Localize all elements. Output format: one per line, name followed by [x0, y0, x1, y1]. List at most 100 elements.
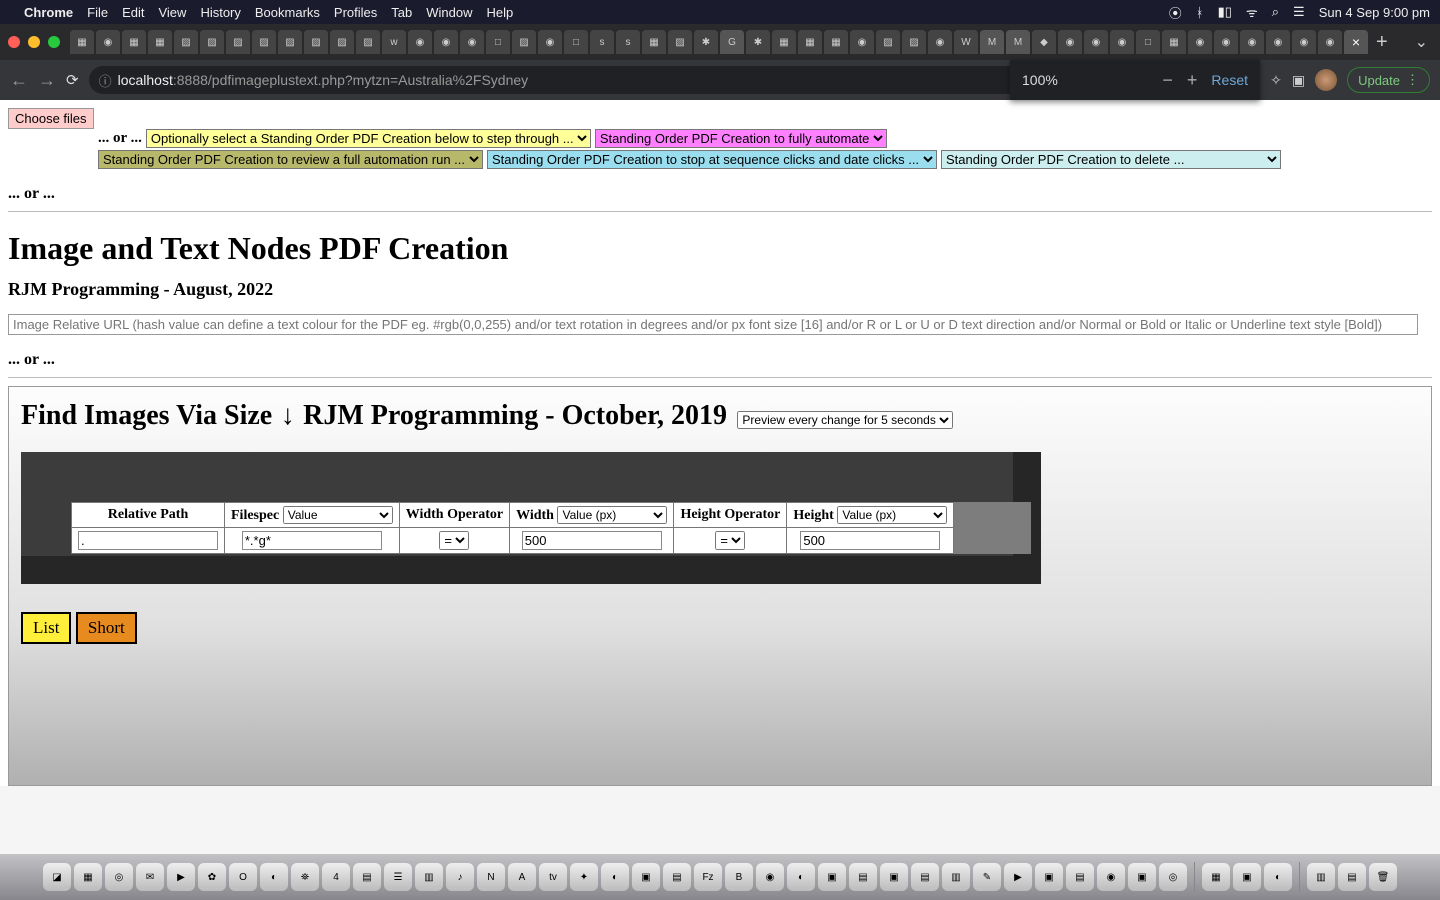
update-button[interactable]: Update⋮: [1347, 67, 1430, 93]
dock-app[interactable]: B: [725, 863, 753, 891]
menu-edit[interactable]: Edit: [122, 5, 144, 20]
dock-reminders[interactable]: ☰: [384, 863, 412, 891]
search-icon[interactable]: ⌕: [1272, 4, 1279, 20]
menu-file[interactable]: File: [87, 5, 108, 20]
pinned-tab[interactable]: ◉: [460, 30, 484, 54]
dock-maps[interactable]: ⛯: [291, 863, 319, 891]
pinned-tab[interactable]: ▦: [798, 30, 822, 54]
filespec-header-select[interactable]: Value: [283, 506, 393, 524]
dock-notes[interactable]: ▥: [415, 863, 443, 891]
dock-app[interactable]: ▤: [1338, 863, 1366, 891]
tab-overflow-icon[interactable]: ⌄: [1415, 32, 1428, 52]
pinned-tab[interactable]: ▨: [512, 30, 536, 54]
site-info-icon[interactable]: ⓘ: [99, 71, 112, 90]
dock-app[interactable]: ◐: [1264, 863, 1292, 891]
battery-icon[interactable]: ▮▯: [1218, 4, 1232, 20]
pinned-tab[interactable]: ◉: [1058, 30, 1082, 54]
dock-mail[interactable]: ✉: [136, 863, 164, 891]
pinned-tab[interactable]: ◉: [96, 30, 120, 54]
dock-launchpad[interactable]: ▦: [74, 863, 102, 891]
pinned-tab[interactable]: ▨: [252, 30, 276, 54]
pinned-tab[interactable]: ◉: [1292, 30, 1316, 54]
pinned-tab[interactable]: ◉: [1084, 30, 1108, 54]
pinned-tab[interactable]: ◉: [1266, 30, 1290, 54]
zoom-reset[interactable]: Reset: [1211, 72, 1248, 88]
dock-app[interactable]: ▣: [1128, 863, 1156, 891]
screenrec-icon[interactable]: ⦿: [1169, 3, 1182, 22]
short-button[interactable]: Short: [76, 612, 137, 644]
pinned-tab[interactable]: ▨: [668, 30, 692, 54]
dock-finder[interactable]: ◪: [43, 863, 71, 891]
pinned-tab[interactable]: ◉: [850, 30, 874, 54]
pinned-tab[interactable]: ▦: [148, 30, 172, 54]
pinned-tab[interactable]: ◉: [1110, 30, 1134, 54]
dock-app[interactable]: ✎: [973, 863, 1001, 891]
pinned-tab[interactable]: s: [616, 30, 640, 54]
tab-close[interactable]: ×: [1344, 30, 1368, 54]
window-minimize[interactable]: [28, 36, 40, 48]
pinned-tab[interactable]: ◉: [538, 30, 562, 54]
dock-facetime[interactable]: ▶: [167, 863, 195, 891]
dock-app[interactable]: ▣: [1233, 863, 1261, 891]
dock-app[interactable]: ▣: [1035, 863, 1063, 891]
pinned-tab[interactable]: M: [1006, 30, 1030, 54]
menu-tab[interactable]: Tab: [391, 5, 412, 20]
new-tab-button[interactable]: +: [1376, 31, 1388, 54]
dock-podcasts[interactable]: ◉: [756, 863, 784, 891]
image-url-input[interactable]: [8, 314, 1418, 335]
pinned-tab[interactable]: □: [564, 30, 588, 54]
select-delete[interactable]: Standing Order PDF Creation to delete ..…: [941, 150, 1281, 169]
relative-path-input[interactable]: [78, 531, 218, 550]
dock-app[interactable]: ▣: [632, 863, 660, 891]
filespec-input[interactable]: [242, 531, 382, 550]
dock-trash[interactable]: 🗑: [1369, 863, 1397, 891]
pinned-tab[interactable]: ▦: [824, 30, 848, 54]
menu-history[interactable]: History: [200, 5, 240, 20]
select-fully-automate[interactable]: Standing Order PDF Creation to fully aut…: [595, 129, 887, 148]
width-input[interactable]: [522, 531, 662, 550]
extensions-icon[interactable]: ✧: [1270, 72, 1282, 89]
height-input[interactable]: [800, 531, 940, 550]
pinned-tab[interactable]: ▦: [772, 30, 796, 54]
app-menu-chrome[interactable]: Chrome: [24, 5, 73, 20]
dock-app[interactable]: ▤: [849, 863, 877, 891]
pinned-tab[interactable]: ◉: [1240, 30, 1264, 54]
pinned-tab[interactable]: ▨: [226, 30, 250, 54]
profile-avatar[interactable]: [1315, 69, 1337, 91]
dock-zoom[interactable]: ▶: [1004, 863, 1032, 891]
dock-safari[interactable]: ◎: [105, 863, 133, 891]
select-optional-standing-order[interactable]: Optionally select a Standing Order PDF C…: [146, 129, 591, 148]
list-button[interactable]: List: [21, 612, 71, 644]
pinned-tab[interactable]: ▨: [902, 30, 926, 54]
pinned-tab[interactable]: ◉: [1214, 30, 1238, 54]
height-operator-select[interactable]: =: [715, 531, 745, 550]
width-header-select[interactable]: Value (px): [557, 506, 667, 524]
pinned-tab[interactable]: ◉: [928, 30, 952, 54]
pinned-tab[interactable]: ✱: [694, 30, 718, 54]
menu-window[interactable]: Window: [426, 5, 472, 20]
dock-app[interactable]: ▣: [880, 863, 908, 891]
dock-app[interactable]: ◉: [1097, 863, 1125, 891]
dock-app[interactable]: ▥: [1307, 863, 1335, 891]
dock-app[interactable]: ▤: [1066, 863, 1094, 891]
dock-app[interactable]: ▤: [663, 863, 691, 891]
pinned-tab[interactable]: ▨: [304, 30, 328, 54]
dock-app[interactable]: ▤: [911, 863, 939, 891]
height-header-select[interactable]: Value (px): [837, 506, 947, 524]
window-fullscreen[interactable]: [48, 36, 60, 48]
wifi-icon[interactable]: ᯤ: [1246, 3, 1258, 21]
pinned-tab[interactable]: ◆: [1032, 30, 1056, 54]
window-close[interactable]: [8, 36, 20, 48]
select-stop-sequence[interactable]: Standing Order PDF Creation to stop at s…: [487, 150, 937, 169]
pinned-tab[interactable]: ◉: [1318, 30, 1342, 54]
pinned-tab[interactable]: ◉: [434, 30, 458, 54]
pinned-tab[interactable]: ▨: [278, 30, 302, 54]
pinned-tab[interactable]: ▦: [70, 30, 94, 54]
pinned-tab[interactable]: □: [1136, 30, 1160, 54]
dock-app[interactable]: ▣: [818, 863, 846, 891]
dock-app[interactable]: ✦: [570, 863, 598, 891]
pinned-tab[interactable]: ✱: [746, 30, 770, 54]
menu-view[interactable]: View: [158, 5, 186, 20]
forward-button[interactable]: →: [38, 70, 56, 91]
reload-button[interactable]: ⟳: [66, 71, 79, 89]
